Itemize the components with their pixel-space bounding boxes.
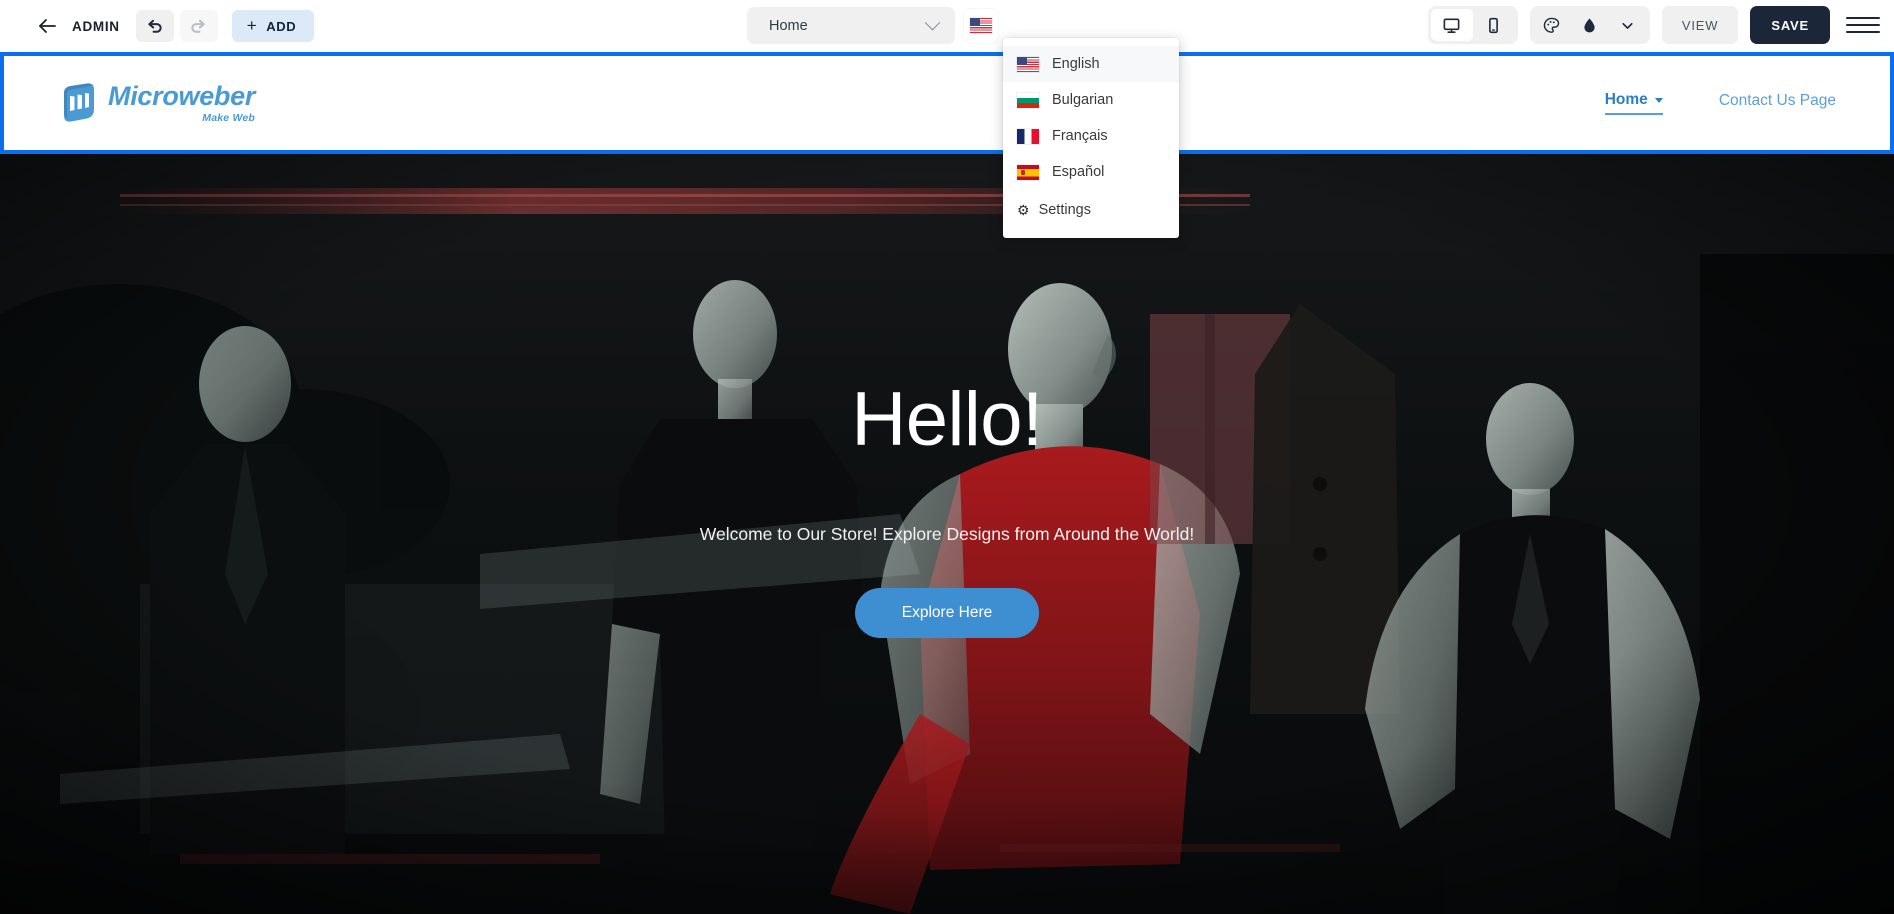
language-option-espanol[interactable]: Español xyxy=(1003,154,1179,190)
language-option-label: Français xyxy=(1052,128,1108,144)
chevron-down-icon xyxy=(924,14,941,31)
hamburger-menu-icon[interactable] xyxy=(1846,8,1880,42)
device-desktop-button[interactable] xyxy=(1430,9,1473,41)
device-mobile-button[interactable] xyxy=(1473,9,1515,41)
hero-content: Hello! Welcome to Our Store! Explore Des… xyxy=(0,154,1894,914)
save-button[interactable]: SAVE xyxy=(1750,6,1830,44)
gear-icon: ⚙ xyxy=(1017,202,1030,218)
hero-section[interactable]: Hello! Welcome to Our Store! Explore Des… xyxy=(0,154,1894,914)
plus-icon: + xyxy=(246,15,258,35)
nav-item-label: Contact Us Page xyxy=(1718,92,1836,109)
nav-item-label: Home xyxy=(1604,91,1648,108)
redo-button[interactable] xyxy=(179,10,218,42)
hero-subtitle: Welcome to Our Store! Explore Designs fr… xyxy=(699,524,1195,544)
mobile-icon xyxy=(1489,17,1499,33)
language-settings-label: Settings xyxy=(1038,202,1091,218)
desktop-icon xyxy=(1443,18,1460,33)
style-tools-group xyxy=(1529,6,1650,44)
add-button-label: ADD xyxy=(266,18,297,34)
language-option-label: Bulgarian xyxy=(1052,92,1114,108)
page-selector-value: Home xyxy=(769,17,808,34)
style-chevron-button[interactable] xyxy=(1609,9,1647,41)
admin-label[interactable]: ADMIN xyxy=(72,19,120,34)
caret-down-icon xyxy=(1654,97,1663,103)
language-option-francais[interactable]: Français xyxy=(1003,118,1179,154)
page-selector[interactable]: Home xyxy=(747,7,955,44)
flag-bg-icon xyxy=(1017,92,1039,108)
flag-us-icon xyxy=(1017,56,1039,72)
admin-toolbar: ADMIN + ADD Home VIEW SAVE xyxy=(0,0,1894,52)
view-button-label: VIEW xyxy=(1681,17,1719,33)
language-option-bulgarian[interactable]: Bulgarian xyxy=(1003,82,1179,118)
nav-item-contact-us-page[interactable]: Contact Us Page xyxy=(1719,92,1836,114)
droplet-button[interactable] xyxy=(1571,9,1609,41)
admin-toolbar-left: ADMIN + ADD xyxy=(0,10,315,42)
flag-es-icon xyxy=(1017,164,1039,180)
language-dropdown-menu: English Bulgarian Français Español ⚙ Set… xyxy=(1003,38,1179,238)
language-option-label: Español xyxy=(1052,164,1105,180)
microweber-logo-icon xyxy=(64,83,94,122)
site-logo-tagline: Make Web xyxy=(202,111,256,124)
nav-item-home[interactable]: Home xyxy=(1604,91,1663,115)
explore-here-button-label: Explore Here xyxy=(901,604,993,621)
device-switcher xyxy=(1427,6,1518,44)
site-preview: Hello! Welcome to Our Store! Explore Des… xyxy=(0,52,1894,914)
site-nav: Home Contact Us Page xyxy=(1604,91,1836,115)
site-header-module-selected[interactable]: Microweber Make Web Home Contact Us Page xyxy=(0,52,1894,154)
language-button[interactable] xyxy=(964,8,998,43)
flag-fr-icon xyxy=(1017,128,1039,144)
save-button-label: SAVE xyxy=(1771,17,1809,33)
explore-here-button[interactable]: Explore Here xyxy=(854,588,1040,638)
language-option-label: English xyxy=(1052,56,1100,72)
flag-us-icon xyxy=(970,18,992,33)
language-option-english[interactable]: English xyxy=(1003,46,1179,82)
site-logo-name: Microweber xyxy=(108,80,256,111)
language-settings-item[interactable]: ⚙ Settings xyxy=(1003,192,1179,228)
hero-title: Hello! xyxy=(851,377,1043,462)
chevron-down-icon xyxy=(1622,22,1634,29)
redo-icon xyxy=(191,19,205,33)
back-arrow-icon[interactable] xyxy=(36,15,58,37)
site-header: Microweber Make Web Home Contact Us Page xyxy=(0,56,1894,150)
site-logo-text: Microweber Make Web xyxy=(108,80,256,124)
admin-toolbar-center: Home xyxy=(747,7,998,44)
site-logo[interactable]: Microweber Make Web xyxy=(58,82,255,124)
undo-button[interactable] xyxy=(135,10,174,42)
palette-icon xyxy=(1544,17,1560,33)
admin-toolbar-right: VIEW SAVE xyxy=(1427,6,1880,44)
view-button[interactable]: VIEW xyxy=(1661,6,1739,44)
undo-icon xyxy=(148,19,162,33)
palette-button[interactable] xyxy=(1533,9,1571,41)
droplet-icon xyxy=(1584,17,1596,33)
add-button[interactable]: + ADD xyxy=(231,10,315,42)
